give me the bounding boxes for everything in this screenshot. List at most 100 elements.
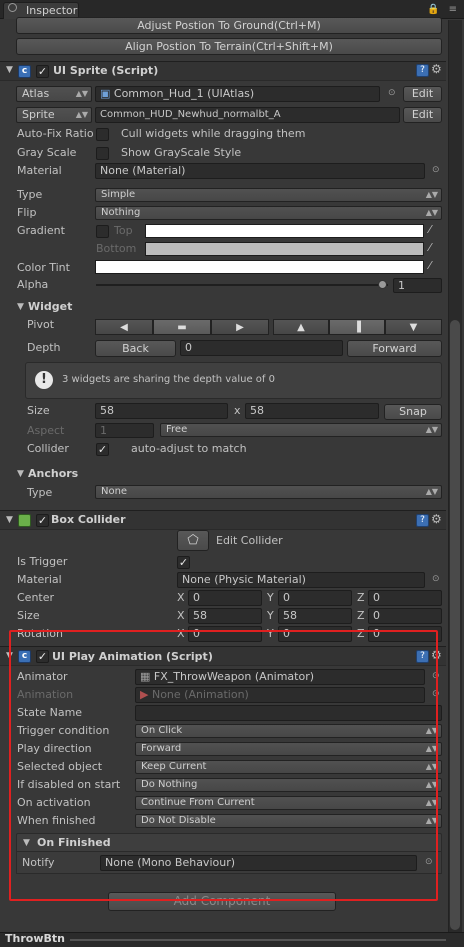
on-activation-label: On activation bbox=[17, 796, 91, 809]
ui-sprite-enabled-checkbox[interactable]: ✓ bbox=[36, 65, 49, 78]
pivot-bottom-button[interactable]: ▼ bbox=[385, 319, 442, 335]
gradient-top-color[interactable] bbox=[145, 224, 424, 238]
help-icon[interactable]: ? bbox=[416, 514, 429, 527]
pivot-left-button[interactable]: ◀ bbox=[95, 319, 153, 335]
atlas-dropdown[interactable]: Atlas ▲▼ bbox=[16, 86, 92, 102]
collider-size-x-field[interactable]: 58 bbox=[188, 608, 262, 624]
notify-field[interactable]: None (Mono Behaviour) bbox=[100, 855, 417, 871]
atlas-edit-button[interactable]: Edit bbox=[403, 86, 442, 102]
scrollbar-thumb[interactable] bbox=[450, 320, 460, 930]
adjust-position-button[interactable]: Adjust Postion To Ground(Ctrl+M) bbox=[16, 17, 442, 34]
rotation-z-field[interactable]: 0 bbox=[368, 626, 442, 642]
play-animation-title: UI Play Animation (Script) bbox=[52, 650, 213, 663]
snap-button[interactable]: Snap bbox=[384, 404, 442, 420]
sprite-field[interactable]: Common_HUD_Newhud_normalbt_A bbox=[95, 107, 400, 123]
fold-icon[interactable]: ▼ bbox=[6, 651, 13, 661]
physic-material-picker-icon[interactable]: ⊙ bbox=[432, 574, 440, 584]
gradient-checkbox[interactable] bbox=[96, 225, 109, 238]
depth-field[interactable]: 0 bbox=[180, 340, 343, 356]
depth-back-button[interactable]: Back bbox=[95, 340, 176, 357]
atlas-value: Common_Hud_1 (UIAtlas) bbox=[113, 87, 255, 100]
aspect-label: Aspect bbox=[27, 424, 65, 437]
atlas-field[interactable]: ▣ Common_Hud_1 (UIAtlas) bbox=[95, 86, 380, 102]
sprite-dropdown[interactable]: Sprite ▲▼ bbox=[16, 107, 92, 123]
tab-menu-icons[interactable]: 🔒 ≡ bbox=[427, 4, 460, 15]
animator-field[interactable]: ▦ FX_ThrowWeapon (Animator) bbox=[135, 669, 425, 685]
box-collider-title: Box Collider bbox=[51, 513, 126, 526]
is-trigger-checkbox[interactable]: ✓ bbox=[177, 556, 190, 569]
rotation-x-field[interactable]: 0 bbox=[188, 626, 262, 642]
animation-label: Animation bbox=[17, 688, 74, 701]
size-label: Size bbox=[27, 404, 50, 417]
alpha-slider-track[interactable] bbox=[96, 284, 388, 286]
size-y-field[interactable]: 58 bbox=[245, 403, 379, 419]
when-finished-dropdown[interactable]: Do Not Disable ▲▼ bbox=[135, 814, 442, 828]
eyedropper-icon[interactable]: ⁄ bbox=[429, 259, 431, 272]
play-direction-dropdown[interactable]: Forward ▲▼ bbox=[135, 742, 442, 756]
object-picker-icon[interactable]: ⊙ bbox=[388, 88, 396, 98]
gear-icon[interactable]: ⚙ bbox=[431, 62, 442, 76]
type-dropdown[interactable]: Simple ▲▼ bbox=[95, 188, 442, 202]
collider-material-field[interactable]: None (Physic Material) bbox=[177, 572, 425, 588]
align-position-button[interactable]: Align Postion To Terrain(Ctrl+Shift+M) bbox=[16, 38, 442, 55]
selected-object-dropdown[interactable]: Keep Current ▲▼ bbox=[135, 760, 442, 774]
grayscale-checkbox[interactable] bbox=[96, 147, 109, 160]
collider-checkbox[interactable]: ✓ bbox=[96, 443, 109, 456]
rotation-y-field[interactable]: 0 bbox=[278, 626, 352, 642]
center-y-label: Y bbox=[267, 591, 274, 604]
alpha-value-field[interactable]: 1 bbox=[393, 278, 442, 293]
collider-size-z-field[interactable]: 0 bbox=[368, 608, 442, 624]
alpha-slider-knob[interactable] bbox=[378, 280, 387, 289]
sprite-edit-button[interactable]: Edit bbox=[403, 107, 442, 123]
pivot-right-button[interactable]: ▶ bbox=[211, 319, 269, 335]
center-x-field[interactable]: 0 bbox=[188, 590, 262, 606]
color-tint-field[interactable] bbox=[95, 260, 424, 274]
pivot-center-button[interactable]: ▬ bbox=[153, 319, 211, 335]
size-x-separator: x bbox=[234, 404, 241, 417]
fold-icon[interactable]: ▼ bbox=[6, 65, 13, 75]
material-picker-icon[interactable]: ⊙ bbox=[432, 165, 440, 175]
anchors-fold-icon[interactable]: ▼ bbox=[17, 469, 24, 479]
notify-picker-icon[interactable]: ⊙ bbox=[425, 857, 433, 867]
eyedropper-icon[interactable]: ⁄ bbox=[429, 241, 431, 254]
fold-icon[interactable]: ▼ bbox=[6, 515, 13, 525]
aspect-field[interactable]: 1 bbox=[95, 423, 154, 438]
help-icon[interactable]: ? bbox=[416, 64, 429, 77]
animation-field[interactable]: ▶ None (Animation) bbox=[135, 687, 425, 703]
animation-picker-icon[interactable]: ⊙ bbox=[432, 689, 440, 699]
size-x-label: X bbox=[177, 609, 185, 622]
anchors-type-dropdown[interactable]: None ▲▼ bbox=[95, 485, 442, 499]
widget-fold-icon[interactable]: ▼ bbox=[17, 302, 24, 312]
gradient-bottom-color[interactable] bbox=[145, 242, 424, 256]
anchors-title[interactable]: Anchors bbox=[28, 467, 78, 480]
help-icon[interactable]: ? bbox=[416, 650, 429, 663]
box-collider-enabled-checkbox[interactable]: ✓ bbox=[36, 514, 49, 527]
animator-picker-icon[interactable]: ⊙ bbox=[432, 671, 440, 681]
aspect-mode-dropdown[interactable]: Free ▲▼ bbox=[160, 423, 442, 437]
trigger-condition-dropdown[interactable]: On Click ▲▼ bbox=[135, 724, 442, 738]
eyedropper-icon[interactable]: ⁄ bbox=[429, 223, 431, 236]
center-y-field[interactable]: 0 bbox=[278, 590, 352, 606]
play-animation-enabled-checkbox[interactable]: ✓ bbox=[36, 650, 49, 663]
on-activation-dropdown[interactable]: Continue From Current ▲▼ bbox=[135, 796, 442, 810]
material-field[interactable]: None (Material) bbox=[95, 163, 425, 179]
gear-icon[interactable]: ⚙ bbox=[431, 512, 442, 526]
add-component-button[interactable]: Add Component bbox=[108, 892, 336, 911]
preview-drag-handle[interactable] bbox=[70, 939, 446, 941]
on-finished-fold-icon[interactable]: ▼ bbox=[23, 838, 30, 848]
sprite-label: Sprite bbox=[22, 108, 55, 121]
widget-title[interactable]: Widget bbox=[28, 300, 72, 313]
selected-object-label: Selected object bbox=[17, 760, 103, 773]
flip-dropdown[interactable]: Nothing ▲▼ bbox=[95, 206, 442, 220]
collider-size-y-field[interactable]: 58 bbox=[278, 608, 352, 624]
size-x-field[interactable]: 58 bbox=[95, 403, 228, 419]
edit-collider-button[interactable]: ⬠ bbox=[177, 530, 209, 551]
center-z-field[interactable]: 0 bbox=[368, 590, 442, 606]
gear-icon[interactable]: ⚙ bbox=[431, 648, 442, 662]
pivot-top-button[interactable]: ▲ bbox=[273, 319, 329, 335]
autofix-checkbox[interactable] bbox=[96, 128, 109, 141]
depth-forward-button[interactable]: Forward bbox=[347, 340, 442, 357]
state-name-field[interactable] bbox=[135, 705, 442, 721]
disabled-on-start-dropdown[interactable]: Do Nothing ▲▼ bbox=[135, 778, 442, 792]
pivot-middle-button[interactable]: ▐ bbox=[329, 319, 385, 335]
